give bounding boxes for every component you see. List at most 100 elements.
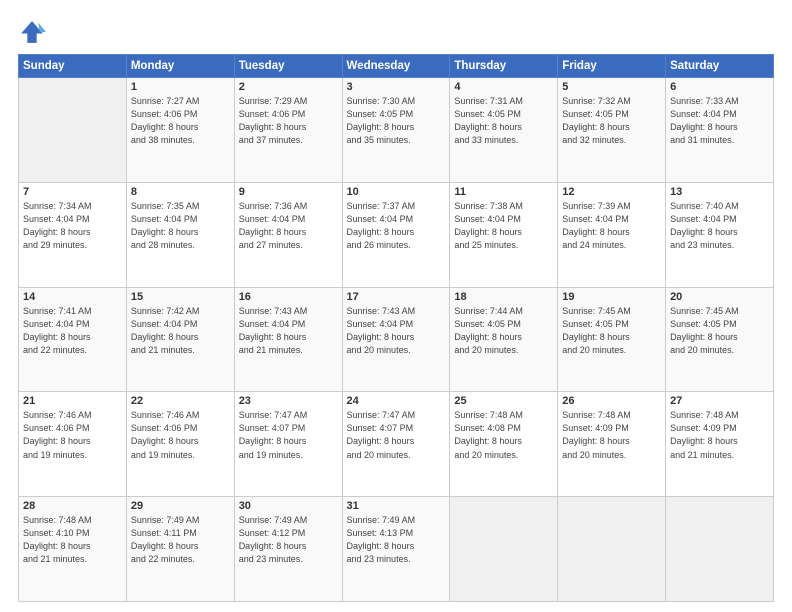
- day-number: 21: [23, 395, 122, 407]
- day-info: Sunrise: 7:33 AMSunset: 4:04 PMDaylight:…: [670, 95, 769, 147]
- calendar-cell: 20 Sunrise: 7:45 AMSunset: 4:05 PMDayligh…: [666, 287, 774, 392]
- header-day-friday: Friday: [558, 55, 666, 78]
- day-number: 31: [347, 500, 446, 512]
- day-number: 3: [347, 81, 446, 93]
- day-info: Sunrise: 7:46 AMSunset: 4:06 PMDaylight:…: [131, 409, 230, 461]
- calendar-cell: 15Sunrise: 7:42 AMSunset: 4:04 PMDayligh…: [126, 287, 234, 392]
- day-info: Sunrise: 7:31 AMSunset: 4:05 PMDaylight:…: [454, 95, 553, 147]
- calendar-cell: 30 Sunrise: 7:49 AMSunset: 4:12 PMDayligh…: [234, 497, 342, 602]
- day-info: Sunrise: 7:48 AMSunset: 4:09 PMDaylight:…: [562, 409, 661, 461]
- day-number: 2: [239, 81, 338, 93]
- day-number: 9: [239, 186, 338, 198]
- day-info: Sunrise: 7:46 AMSunset: 4:06 PMDaylight:…: [23, 409, 122, 461]
- calendar-cell: 31 Sunrise: 7:49 AMSunset: 4:13 PMDayligh…: [342, 497, 450, 602]
- calendar-cell: 8 Sunrise: 7:35 AMSunset: 4:04 PMDaylight…: [126, 182, 234, 287]
- calendar-cell: 3 Sunrise: 7:30 AMSunset: 4:05 PMDaylight…: [342, 78, 450, 183]
- calendar-week-3: 14Sunrise: 7:41 AMSunset: 4:04 PMDayligh…: [19, 287, 774, 392]
- day-number: 17: [347, 291, 446, 303]
- logo: [18, 18, 50, 46]
- calendar-cell: 28 Sunrise: 7:48 AMSunset: 4:10 PMDayligh…: [19, 497, 127, 602]
- header-day-monday: Monday: [126, 55, 234, 78]
- day-number: 8: [131, 186, 230, 198]
- day-number: 5: [562, 81, 661, 93]
- day-info: Sunrise: 7:48 AMSunset: 4:08 PMDaylight:…: [454, 409, 553, 461]
- day-info: Sunrise: 7:41 AMSunset: 4:04 PMDaylight:…: [23, 305, 122, 357]
- day-number: 28: [23, 500, 122, 512]
- day-number: 26: [562, 395, 661, 407]
- day-number: 23: [239, 395, 338, 407]
- day-info: Sunrise: 7:36 AMSunset: 4:04 PMDaylight:…: [239, 200, 338, 252]
- day-info: Sunrise: 7:49 AMSunset: 4:12 PMDaylight:…: [239, 514, 338, 566]
- day-number: 12: [562, 186, 661, 198]
- day-info: Sunrise: 7:47 AMSunset: 4:07 PMDaylight:…: [239, 409, 338, 461]
- day-number: 24: [347, 395, 446, 407]
- day-number: 4: [454, 81, 553, 93]
- calendar-cell: 16 Sunrise: 7:43 AMSunset: 4:04 PMDayligh…: [234, 287, 342, 392]
- day-number: 22: [131, 395, 230, 407]
- calendar-week-5: 28 Sunrise: 7:48 AMSunset: 4:10 PMDayligh…: [19, 497, 774, 602]
- day-number: 30: [239, 500, 338, 512]
- day-info: Sunrise: 7:45 AMSunset: 4:05 PMDaylight:…: [670, 305, 769, 357]
- day-number: 16: [239, 291, 338, 303]
- day-info: Sunrise: 7:35 AMSunset: 4:04 PMDaylight:…: [131, 200, 230, 252]
- calendar-week-4: 21 Sunrise: 7:46 AMSunset: 4:06 PMDayligh…: [19, 392, 774, 497]
- calendar-cell: 27 Sunrise: 7:48 AMSunset: 4:09 PMDayligh…: [666, 392, 774, 497]
- day-number: 25: [454, 395, 553, 407]
- day-info: Sunrise: 7:48 AMSunset: 4:10 PMDaylight:…: [23, 514, 122, 566]
- calendar-cell: [558, 497, 666, 602]
- calendar-cell: 11 Sunrise: 7:38 AMSunset: 4:04 PMDayligh…: [450, 182, 558, 287]
- calendar-cell: 9 Sunrise: 7:36 AMSunset: 4:04 PMDaylight…: [234, 182, 342, 287]
- day-number: 29: [131, 500, 230, 512]
- calendar-week-1: 1 Sunrise: 7:27 AMSunset: 4:06 PMDaylight…: [19, 78, 774, 183]
- day-info: Sunrise: 7:49 AMSunset: 4:11 PMDaylight:…: [131, 514, 230, 566]
- day-info: Sunrise: 7:48 AMSunset: 4:09 PMDaylight:…: [670, 409, 769, 461]
- calendar-cell: 23 Sunrise: 7:47 AMSunset: 4:07 PMDayligh…: [234, 392, 342, 497]
- page: SundayMondayTuesdayWednesdayThursdayFrid…: [0, 0, 792, 612]
- day-number: 11: [454, 186, 553, 198]
- day-info: Sunrise: 7:39 AMSunset: 4:04 PMDaylight:…: [562, 200, 661, 252]
- calendar-cell: 22 Sunrise: 7:46 AMSunset: 4:06 PMDayligh…: [126, 392, 234, 497]
- day-info: Sunrise: 7:47 AMSunset: 4:07 PMDaylight:…: [347, 409, 446, 461]
- calendar-cell: 6 Sunrise: 7:33 AMSunset: 4:04 PMDaylight…: [666, 78, 774, 183]
- calendar-cell: 17 Sunrise: 7:43 AMSunset: 4:04 PMDayligh…: [342, 287, 450, 392]
- day-info: Sunrise: 7:42 AMSunset: 4:04 PMDaylight:…: [131, 305, 230, 357]
- calendar-cell: 5Sunrise: 7:32 AMSunset: 4:05 PMDaylight…: [558, 78, 666, 183]
- day-info: Sunrise: 7:30 AMSunset: 4:05 PMDaylight:…: [347, 95, 446, 147]
- calendar-week-2: 7 Sunrise: 7:34 AMSunset: 4:04 PMDaylight…: [19, 182, 774, 287]
- day-number: 19: [562, 291, 661, 303]
- calendar-cell: 21 Sunrise: 7:46 AMSunset: 4:06 PMDayligh…: [19, 392, 127, 497]
- day-info: Sunrise: 7:43 AMSunset: 4:04 PMDaylight:…: [239, 305, 338, 357]
- calendar-cell: 7 Sunrise: 7:34 AMSunset: 4:04 PMDaylight…: [19, 182, 127, 287]
- calendar-cell: [666, 497, 774, 602]
- day-info: Sunrise: 7:40 AMSunset: 4:04 PMDaylight:…: [670, 200, 769, 252]
- day-info: Sunrise: 7:44 AMSunset: 4:05 PMDaylight:…: [454, 305, 553, 357]
- day-number: 6: [670, 81, 769, 93]
- header-day-saturday: Saturday: [666, 55, 774, 78]
- day-number: 13: [670, 186, 769, 198]
- day-info: Sunrise: 7:38 AMSunset: 4:04 PMDaylight:…: [454, 200, 553, 252]
- day-number: 20: [670, 291, 769, 303]
- calendar-cell: [19, 78, 127, 183]
- day-number: 7: [23, 186, 122, 198]
- day-info: Sunrise: 7:45 AMSunset: 4:05 PMDaylight:…: [562, 305, 661, 357]
- header-day-tuesday: Tuesday: [234, 55, 342, 78]
- logo-icon: [18, 18, 46, 46]
- day-number: 18: [454, 291, 553, 303]
- day-number: 1: [131, 81, 230, 93]
- day-number: 10: [347, 186, 446, 198]
- calendar-cell: 13 Sunrise: 7:40 AMSunset: 4:04 PMDayligh…: [666, 182, 774, 287]
- calendar-cell: 25 Sunrise: 7:48 AMSunset: 4:08 PMDayligh…: [450, 392, 558, 497]
- day-info: Sunrise: 7:34 AMSunset: 4:04 PMDaylight:…: [23, 200, 122, 252]
- calendar-cell: 24 Sunrise: 7:47 AMSunset: 4:07 PMDayligh…: [342, 392, 450, 497]
- day-info: Sunrise: 7:43 AMSunset: 4:04 PMDaylight:…: [347, 305, 446, 357]
- day-info: Sunrise: 7:49 AMSunset: 4:13 PMDaylight:…: [347, 514, 446, 566]
- calendar-cell: 26 Sunrise: 7:48 AMSunset: 4:09 PMDayligh…: [558, 392, 666, 497]
- day-number: 27: [670, 395, 769, 407]
- calendar-cell: 19 Sunrise: 7:45 AMSunset: 4:05 PMDayligh…: [558, 287, 666, 392]
- day-info: Sunrise: 7:27 AMSunset: 4:06 PMDaylight:…: [131, 95, 230, 147]
- header-day-sunday: Sunday: [19, 55, 127, 78]
- calendar-cell: 10Sunrise: 7:37 AMSunset: 4:04 PMDayligh…: [342, 182, 450, 287]
- calendar-cell: 18 Sunrise: 7:44 AMSunset: 4:05 PMDayligh…: [450, 287, 558, 392]
- header-day-wednesday: Wednesday: [342, 55, 450, 78]
- calendar-header-row: SundayMondayTuesdayWednesdayThursdayFrid…: [19, 55, 774, 78]
